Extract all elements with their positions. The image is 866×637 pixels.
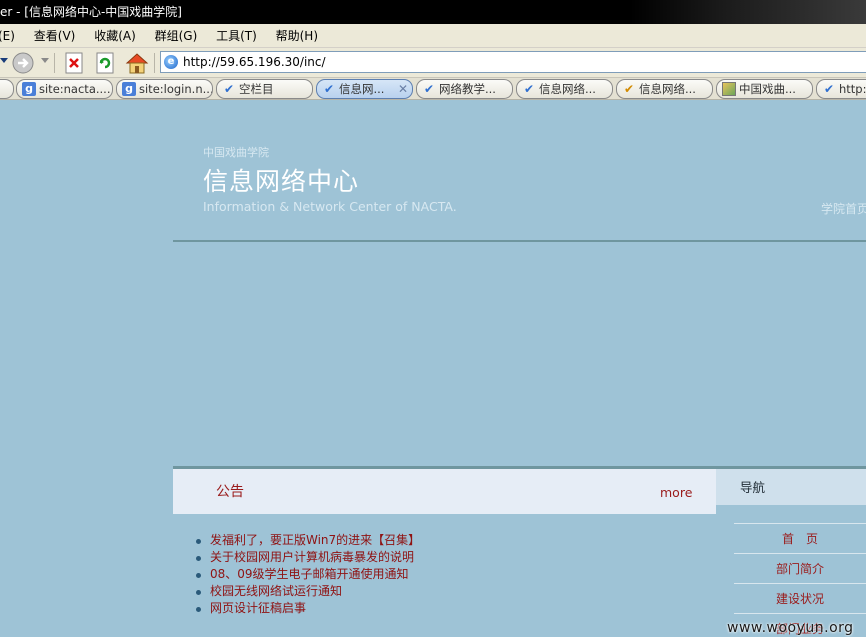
tab-label: site:nacta....: [39, 82, 111, 96]
forward-dropdown-icon[interactable]: [41, 58, 49, 63]
menu-groups[interactable]: 群组(G): [155, 24, 198, 48]
tab-label: 中国戏曲...: [739, 82, 796, 96]
list-item[interactable]: 发福利了，要正版Win7的进来【召集】: [196, 532, 420, 549]
nav-item-home[interactable]: 首 页: [734, 523, 866, 553]
list-item[interactable]: 关于校园网用户计算机病毒暴发的说明: [196, 549, 420, 566]
google-icon: g: [22, 82, 36, 96]
tab-label: 网络教学...: [439, 82, 496, 96]
tab-http[interactable]: ✔ http:: [816, 79, 866, 99]
tab-info-network-1[interactable]: ✔ 信息网络...: [516, 79, 613, 99]
site-org-name: 中国戏曲学院: [203, 146, 269, 159]
google-icon: g: [122, 82, 136, 96]
site-subtitle-en: Information & Network Center of NACTA.: [203, 199, 457, 214]
home-icon: [125, 53, 149, 74]
list-item[interactable]: 校园无线网络试运行通知: [196, 583, 420, 600]
tab-site-login[interactable]: g site:login.n...: [116, 79, 213, 99]
tab-label: 信息网络...: [539, 82, 596, 96]
tab-label: site:login.n...: [139, 82, 213, 96]
refresh-icon: [96, 52, 114, 74]
stop-button[interactable]: [63, 51, 87, 75]
check-icon: ✔: [523, 82, 535, 96]
menu-help[interactable]: 帮助(H): [276, 24, 318, 48]
toolbar-separator: [54, 53, 55, 73]
menu-view[interactable]: 查看(V): [34, 24, 76, 48]
nav-item-about[interactable]: 部门简介: [734, 553, 866, 583]
check-icon: ✔: [323, 82, 335, 96]
tab-nacta[interactable]: 中国戏曲...: [716, 79, 813, 99]
home-button[interactable]: [124, 51, 149, 75]
watermark: www.wooyun.org: [727, 620, 854, 636]
menu-favorites[interactable]: 收藏(A): [94, 24, 136, 48]
address-bar[interactable]: e http://59.65.196.30/inc/: [160, 51, 866, 73]
tab-empty-column[interactable]: ✔ 空栏目: [216, 79, 313, 99]
notice-title: 公告: [216, 484, 244, 500]
menu-tools[interactable]: 工具(T): [216, 24, 257, 48]
nav-header: 导航: [716, 469, 866, 505]
image-icon: [722, 82, 736, 96]
back-dropdown-icon[interactable]: [0, 58, 8, 63]
list-item[interactable]: 08、09级学生电子邮箱开通使用通知: [196, 566, 420, 583]
tab-partial[interactable]: [0, 79, 14, 99]
notice-header: 公告 more: [173, 469, 716, 514]
close-tab-icon[interactable]: ✕: [398, 80, 408, 98]
check-icon: ✔: [623, 82, 635, 96]
tab-bar: g site:nacta.... g site:login.n... ✔ 空栏目…: [0, 78, 866, 100]
stop-icon: [65, 52, 83, 74]
header-divider: [173, 240, 866, 242]
check-icon: ✔: [423, 82, 435, 96]
forward-button[interactable]: [11, 51, 35, 75]
notice-more-link[interactable]: more: [660, 485, 692, 500]
college-home-link[interactable]: 学院首页: [821, 200, 866, 217]
tab-label: 信息网络...: [639, 82, 696, 96]
tab-network-teaching[interactable]: ✔ 网络教学...: [416, 79, 513, 99]
menu-bar: (E) 查看(V) 收藏(A) 群组(G) 工具(T) 帮助(H): [0, 24, 866, 48]
toolbar: e http://59.65.196.30/inc/: [0, 48, 866, 78]
tab-site-nacta[interactable]: g site:nacta....: [16, 79, 113, 99]
page-content: 中国戏曲学院 信息网络中心 Information & Network Cent…: [0, 100, 866, 637]
tab-label: 信息网...: [339, 82, 385, 96]
toolbar-separator: [154, 53, 155, 73]
forward-arrow-icon: [12, 52, 34, 74]
nav-item-construction[interactable]: 建设状况: [734, 583, 866, 613]
check-icon: ✔: [223, 82, 235, 96]
tab-info-center-active[interactable]: ✔ 信息网... ✕: [316, 79, 413, 99]
title-bar-gradient: [630, 0, 866, 24]
address-url: http://59.65.196.30/inc/: [183, 55, 326, 69]
check-icon: ✔: [823, 82, 835, 96]
menu-edit[interactable]: (E): [0, 24, 15, 48]
notice-list: 发福利了，要正版Win7的进来【召集】 关于校园网用户计算机病毒暴发的说明 08…: [196, 532, 420, 617]
tab-info-network-2[interactable]: ✔ 信息网络...: [616, 79, 713, 99]
tab-label: http:: [839, 82, 866, 96]
site-title: 信息网络中心: [203, 167, 360, 196]
nav-title: 导航: [740, 480, 766, 495]
window-title: er - [信息网络中心-中国戏曲学院]: [0, 5, 182, 19]
tab-label: 空栏目: [239, 82, 274, 96]
window-title-bar: er - [信息网络中心-中国戏曲学院]: [0, 0, 866, 24]
ie-page-icon: e: [164, 55, 178, 69]
refresh-button[interactable]: [94, 51, 118, 75]
list-item[interactable]: 网页设计征稿启事: [196, 600, 420, 617]
